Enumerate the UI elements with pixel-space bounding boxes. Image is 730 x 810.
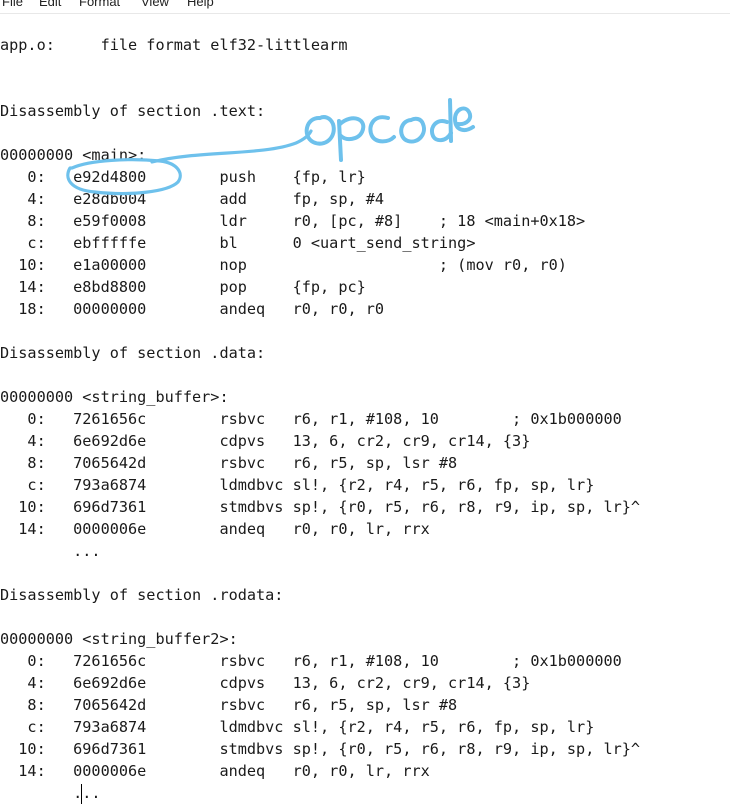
code-line: 14: 0000006e andeq r0, r0, lr, rrx (0, 520, 430, 538)
code-line: 8: 7065642d rsbvc r6, r5, sp, lsr #8 (0, 696, 458, 714)
code-line: 14: e8bd8800 pop {fp, pc} (0, 278, 366, 296)
code-line: 8: 7065642d rsbvc r6, r5, sp, lsr #8 (0, 454, 458, 472)
menu-format[interactable]: Format (79, 0, 120, 10)
menu-view[interactable]: View (141, 0, 169, 10)
code-line: c: 793a6874 ldmdbvc sl!, {r2, r4, r5, r6… (0, 718, 595, 736)
code-line: 00000000 <main>: (0, 146, 147, 164)
code-line: 10: 696d7361 stmdbvs sp!, {r0, r5, r6, r… (0, 740, 641, 758)
code-line: ... (0, 542, 101, 560)
code-line: Disassembly of section .rodata: (0, 586, 284, 604)
code-line: c: ebfffffe bl 0 <uart_send_string> (0, 234, 476, 252)
code-line: ... (0, 784, 101, 802)
code-line: 8: e59f0008 ldr r0, [pc, #8] ; 18 <main+… (0, 212, 586, 230)
menu-bar: File Edit Format View Help (0, 0, 730, 14)
menu-help[interactable]: Help (187, 0, 214, 10)
code-line: 4: 6e692d6e cdpvs 13, 6, cr2, cr9, cr14,… (0, 432, 531, 450)
code-line: Disassembly of section .text: (0, 102, 266, 120)
text-cursor (81, 784, 82, 804)
code-line: 10: 696d7361 stmdbvs sp!, {r0, r5, r6, r… (0, 498, 641, 516)
code-line: Disassembly of section .data: (0, 344, 266, 362)
code-line: c: 793a6874 ldmdbvc sl!, {r2, r4, r5, r6… (0, 476, 595, 494)
code-line: 0: e92d4800 push {fp, lr} (0, 168, 366, 186)
code-line: 0: 7261656c rsbvc r6, r1, #108, 10 ; 0x1… (0, 410, 622, 428)
code-line: 10: e1a00000 nop ; (mov r0, r0) (0, 256, 567, 274)
code-line: 4: e28db004 add fp, sp, #4 (0, 190, 385, 208)
code-line: 0: 7261656c rsbvc r6, r1, #108, 10 ; 0x1… (0, 652, 622, 670)
code-line: app.o: file format elf32-littlearm (0, 36, 348, 54)
text-editor-area[interactable]: app.o: file format elf32-littlearm Disass… (0, 14, 730, 810)
code-line: 18: 00000000 andeq r0, r0, r0 (0, 300, 385, 318)
code-line: 00000000 <string_buffer2>: (0, 630, 238, 648)
menu-edit[interactable]: Edit (39, 0, 61, 10)
code-line: 4: 6e692d6e cdpvs 13, 6, cr2, cr9, cr14,… (0, 674, 531, 692)
code-line: 00000000 <string_buffer>: (0, 388, 229, 406)
menu-file[interactable]: File (2, 0, 23, 10)
code-line: 14: 0000006e andeq r0, r0, lr, rrx (0, 762, 430, 780)
